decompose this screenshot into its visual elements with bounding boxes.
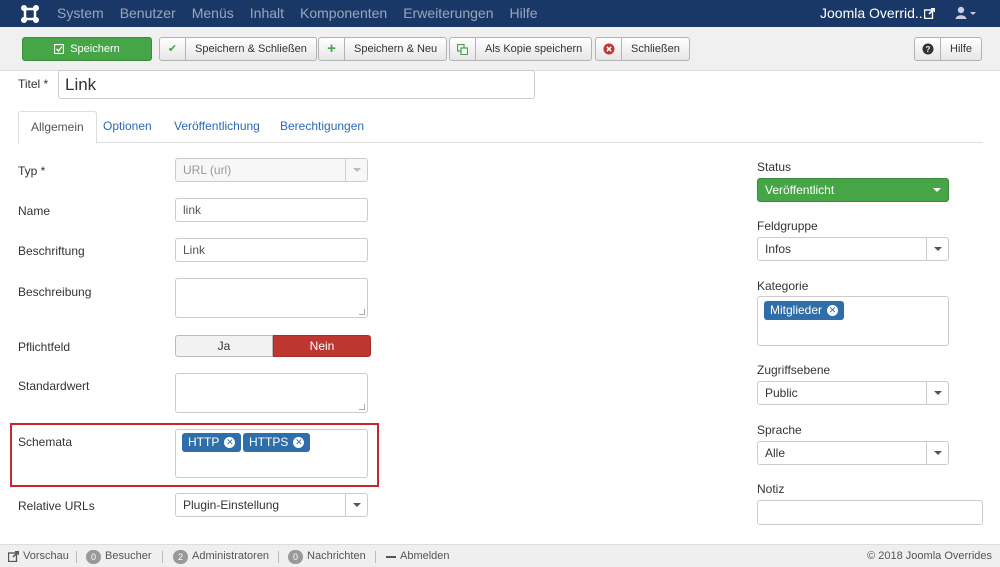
menu-components[interactable]: Komponenten	[300, 0, 387, 27]
name-label: Name	[18, 204, 51, 218]
relative-urls-label: Relative URLs	[18, 499, 95, 513]
tag-https: HTTPS ✕	[243, 433, 311, 452]
messages-badge: 0	[288, 549, 304, 564]
tab-options[interactable]: Optionen	[91, 111, 164, 143]
language-select[interactable]: Alle	[757, 441, 949, 465]
visitors-link[interactable]: 0 Besucher	[86, 545, 152, 567]
remove-tag-icon[interactable]: ✕	[224, 437, 236, 448]
status-label: Status	[757, 160, 792, 174]
title-label: Titel *	[18, 77, 49, 91]
access-select[interactable]: Public	[757, 381, 949, 405]
status-bar: Vorschau 0 Besucher 2 Administratoren 0 …	[0, 544, 1000, 567]
check-icon: ✔	[160, 38, 186, 60]
chevron-down-icon	[926, 179, 948, 201]
main-menu: System Benutzer Menüs Inhalt Komponenten…	[57, 0, 554, 27]
chevron-down-icon	[926, 442, 948, 464]
required-yes-button[interactable]: Ja	[175, 335, 273, 357]
fieldgroup-select[interactable]: Infos	[757, 237, 949, 261]
save-button[interactable]: Speichern	[22, 37, 152, 61]
remove-tag-icon[interactable]: ✕	[827, 305, 839, 316]
save-close-button[interactable]: ✔ Speichern & Schließen	[159, 37, 317, 61]
tab-publishing[interactable]: Veröffentlichung	[162, 111, 272, 143]
tag-members: Mitglieder ✕	[764, 301, 845, 320]
tab-bar: Allgemein Optionen Veröffentlichung Bere…	[18, 111, 983, 144]
name-input[interactable]: link	[175, 198, 368, 222]
type-label: Typ *	[18, 164, 46, 178]
admins-badge: 2	[173, 549, 189, 564]
menu-system[interactable]: System	[57, 0, 104, 27]
required-toggle: Ja Nein	[175, 335, 371, 357]
caption-label: Beschriftung	[18, 244, 85, 258]
required-no-button[interactable]: Nein	[273, 335, 371, 357]
chevron-down-icon	[926, 382, 948, 404]
tag-http: HTTP ✕	[182, 433, 242, 452]
external-link-icon	[924, 8, 935, 19]
joomla-logo-icon[interactable]	[20, 4, 40, 24]
access-label: Zugriffsebene	[757, 363, 831, 377]
default-textarea[interactable]	[175, 373, 368, 413]
visitors-badge: 0	[86, 549, 102, 564]
required-label: Pflichtfeld	[18, 340, 71, 354]
site-title-link[interactable]: Joomla Overrid...	[820, 0, 927, 27]
menu-users[interactable]: Benutzer	[120, 0, 176, 27]
title-input[interactable]: Link	[58, 70, 535, 99]
status-select[interactable]: Veröffentlicht	[757, 178, 949, 202]
resize-grip-icon[interactable]	[359, 404, 365, 410]
messages-link[interactable]: 0 Nachrichten	[288, 545, 366, 567]
plus-icon: +	[319, 38, 345, 60]
schemes-tag-input[interactable]: HTTP ✕ HTTPS ✕	[175, 429, 368, 478]
chevron-down-icon	[926, 238, 948, 260]
fieldgroup-label: Feldgruppe	[757, 219, 818, 233]
preview-link[interactable]: Vorschau	[8, 545, 69, 567]
note-label: Notiz	[757, 482, 785, 496]
note-input[interactable]	[757, 500, 983, 525]
chevron-down-icon	[345, 494, 367, 516]
category-tag-input[interactable]: Mitglieder ✕	[757, 296, 949, 346]
tab-general[interactable]: Allgemein	[18, 111, 97, 144]
tab-permissions[interactable]: Berechtigungen	[268, 111, 376, 143]
caption-input[interactable]: Link	[175, 238, 368, 262]
svg-text:?: ?	[925, 45, 930, 54]
close-circle-icon	[596, 38, 622, 60]
help-icon: ?	[915, 38, 941, 60]
menu-extensions[interactable]: Erweiterungen	[403, 0, 493, 27]
schemes-label: Schemata	[18, 435, 73, 449]
copy-icon	[450, 38, 476, 60]
external-link-icon	[8, 551, 19, 562]
menu-content[interactable]: Inhalt	[250, 0, 284, 27]
user-icon[interactable]	[955, 6, 977, 20]
default-label: Standardwert	[18, 379, 90, 393]
minus-icon	[386, 555, 396, 558]
top-navbar: System Benutzer Menüs Inhalt Komponenten…	[0, 0, 1000, 27]
menu-help[interactable]: Hilfe	[509, 0, 537, 27]
remove-tag-icon[interactable]: ✕	[293, 437, 305, 448]
save-icon	[54, 38, 65, 60]
description-textarea[interactable]	[175, 278, 368, 318]
help-button[interactable]: ? Hilfe	[914, 37, 983, 61]
category-label: Kategorie	[757, 279, 809, 293]
action-toolbar: Speichern ✔ Speichern & Schließen + Spei…	[0, 27, 1000, 71]
logout-link[interactable]: Abmelden	[386, 545, 450, 567]
chevron-down-icon	[345, 159, 367, 181]
relative-urls-select[interactable]: Plugin-Einstellung	[175, 493, 368, 517]
resize-grip-icon[interactable]	[359, 309, 365, 315]
copyright-text: © 2018 Joomla Overrides	[867, 550, 992, 562]
close-button[interactable]: Schließen	[595, 37, 690, 61]
admins-link[interactable]: 2 Administratoren	[173, 545, 269, 567]
language-label: Sprache	[757, 423, 802, 437]
save-copy-button[interactable]: Als Kopie speichern	[449, 37, 593, 61]
description-label: Beschreibung	[18, 285, 92, 299]
type-select: URL (url)	[175, 158, 368, 182]
save-new-button[interactable]: + Speichern & Neu	[318, 37, 448, 61]
menu-menus[interactable]: Menüs	[192, 0, 234, 27]
